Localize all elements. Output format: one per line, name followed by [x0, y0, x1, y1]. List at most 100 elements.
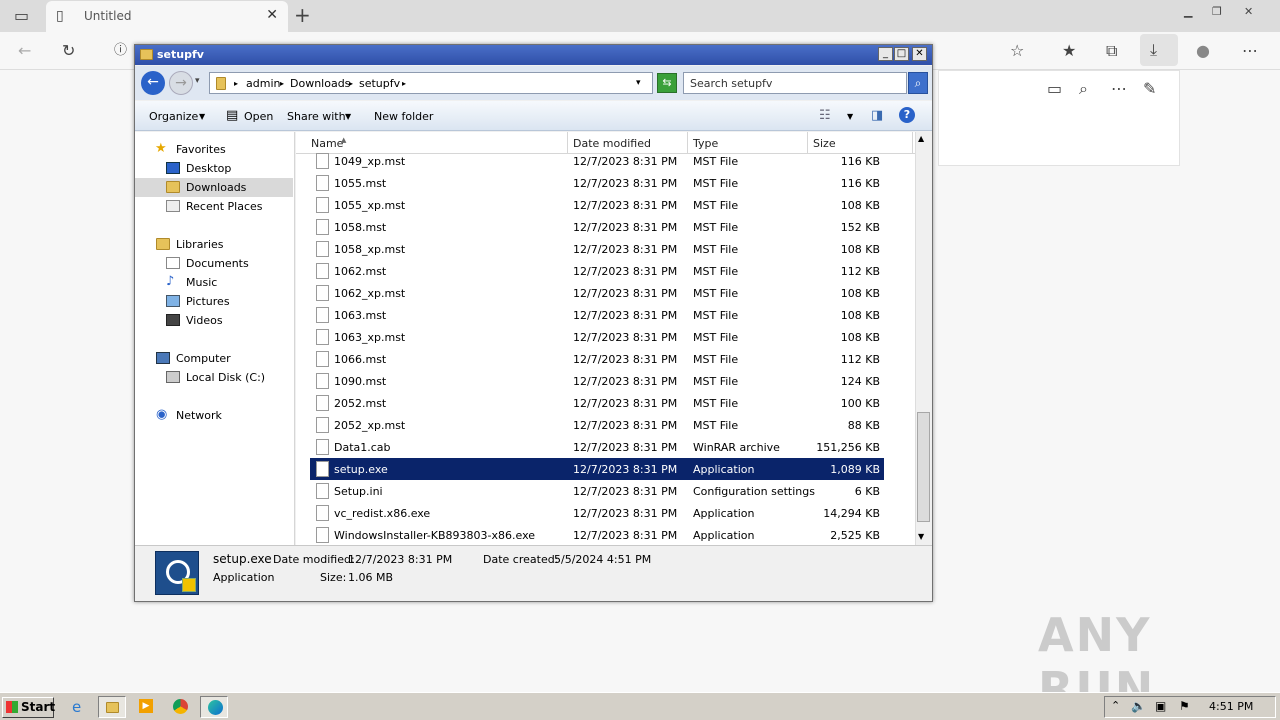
- breadcrumb-arrow-icon[interactable]: ▸: [234, 79, 238, 88]
- documents-icon: [166, 257, 180, 269]
- open-folder-icon[interactable]: ▭: [1047, 79, 1062, 99]
- close-icon[interactable]: ✕: [1244, 2, 1253, 22]
- tab-actions-icon[interactable]: ▭: [14, 6, 29, 26]
- nav-item-downloads[interactable]: Downloads: [135, 178, 293, 197]
- file-row[interactable]: Data1.cab 12/7/2023 8:31 PM WinRAR archive…: [310, 436, 884, 458]
- media-player-taskbar-button[interactable]: ▶: [132, 696, 160, 718]
- address-bar[interactable]: ▸ admin ▸ Downloads ▸ setupfv ▸ ▾: [209, 72, 653, 94]
- file-date-modified: 12/7/2023 8:31 PM: [573, 243, 678, 256]
- back-icon[interactable]: ←: [18, 41, 31, 61]
- window-close-button[interactable]: ✕: [912, 47, 927, 61]
- file-row[interactable]: WindowsInstaller-KB893803-x86.exe 12/7/20…: [310, 524, 884, 545]
- file-date-modified: 12/7/2023 8:31 PM: [573, 529, 678, 542]
- view-dropdown-icon[interactable]: ▼: [847, 112, 853, 121]
- search-icon[interactable]: ⌕: [1079, 79, 1088, 99]
- file-row[interactable]: 2052.mst 12/7/2023 8:31 PM MST File 100 KB: [310, 392, 884, 414]
- nav-item-local-disk[interactable]: Local Disk (C:): [135, 368, 293, 387]
- file-row[interactable]: vc_redist.x86.exe 12/7/2023 8:31 PM Applic…: [310, 502, 884, 524]
- add-favorite-icon[interactable]: ☆: [1010, 41, 1024, 61]
- file-row[interactable]: 1062.mst 12/7/2023 8:31 PM MST File 112 KB: [310, 260, 884, 282]
- nav-item-documents[interactable]: Documents: [135, 254, 293, 273]
- chrome-taskbar-button[interactable]: [166, 696, 194, 718]
- file-row[interactable]: 1063.mst 12/7/2023 8:31 PM MST File 108 KB: [310, 304, 884, 326]
- nav-label: Downloads: [186, 181, 247, 194]
- new-tab-icon[interactable]: +: [294, 5, 311, 25]
- recent-pages-icon[interactable]: ▾: [195, 76, 200, 86]
- new-folder-button[interactable]: New folder: [374, 110, 433, 123]
- refresh-icon[interactable]: ↻: [62, 41, 75, 61]
- help-icon[interactable]: ?: [899, 107, 915, 123]
- network-tray-icon[interactable]: ▣: [1155, 699, 1166, 713]
- open-button[interactable]: Open: [244, 110, 273, 123]
- volume-icon[interactable]: 🔈: [1131, 699, 1146, 713]
- breadcrumb-admin[interactable]: admin: [246, 77, 280, 90]
- share-dropdown-icon[interactable]: ▼: [345, 112, 351, 121]
- collections-icon[interactable]: ⧉: [1106, 41, 1117, 61]
- window-maximize-button[interactable]: □: [894, 47, 909, 61]
- breadcrumb-downloads[interactable]: Downloads: [290, 77, 350, 90]
- profile-icon[interactable]: ●: [1196, 41, 1210, 61]
- preview-pane-icon[interactable]: ◨: [871, 108, 883, 123]
- breadcrumb-setupfv[interactable]: setupfv: [359, 77, 400, 90]
- action-center-flag-icon[interactable]: ⚑: [1179, 699, 1190, 713]
- file-row[interactable]: 1058_xp.mst 12/7/2023 8:31 PM MST File 108 …: [310, 238, 884, 260]
- nav-item-desktop[interactable]: Desktop: [135, 159, 293, 178]
- more-options-icon[interactable]: ⋯: [1111, 79, 1127, 99]
- nav-libraries[interactable]: Libraries: [135, 235, 293, 254]
- file-row[interactable]: 1066.mst 12/7/2023 8:31 PM MST File 112 KB: [310, 348, 884, 370]
- downloads-button[interactable]: ⤓: [1140, 34, 1178, 66]
- breadcrumb-arrow-icon[interactable]: ▸: [280, 79, 284, 88]
- restore-icon[interactable]: ❐: [1212, 2, 1222, 22]
- nav-item-pictures[interactable]: Pictures: [135, 292, 293, 311]
- breadcrumb-arrow-icon[interactable]: ▸: [349, 79, 353, 88]
- refresh-icon[interactable]: ⇆: [657, 73, 677, 93]
- nav-label: Favorites: [176, 143, 226, 156]
- nav-favorites[interactable]: ★ Favorites: [135, 140, 293, 159]
- pin-icon[interactable]: ✎: [1143, 79, 1156, 99]
- nav-item-music[interactable]: ♪ Music: [135, 273, 293, 292]
- more-icon[interactable]: ⋯: [1242, 41, 1258, 61]
- info-icon[interactable]: ⓘ: [114, 41, 127, 61]
- file-row[interactable]: 2052_xp.mst 12/7/2023 8:31 PM MST File 88 K…: [310, 414, 884, 436]
- ie-taskbar-button[interactable]: e: [66, 696, 94, 718]
- search-icon[interactable]: ⌕: [908, 72, 928, 94]
- back-arrow-icon[interactable]: ←: [141, 71, 165, 95]
- scroll-down-icon[interactable]: ▼: [918, 532, 924, 541]
- view-icon[interactable]: ☷: [819, 108, 831, 123]
- forward-arrow-icon[interactable]: →: [169, 71, 193, 95]
- file-row[interactable]: 1055_xp.mst 12/7/2023 8:31 PM MST File 108 …: [310, 194, 884, 216]
- file-row[interactable]: 1062_xp.mst 12/7/2023 8:31 PM MST File 108 …: [310, 282, 884, 304]
- file-row[interactable]: 1049_xp.mst 12/7/2023 8:31 PM MST File 116 …: [310, 150, 884, 172]
- minimize-icon[interactable]: ▁: [1184, 2, 1192, 22]
- start-button[interactable]: Start: [2, 697, 55, 718]
- edge-taskbar-button[interactable]: [200, 696, 228, 718]
- address-dropdown-icon[interactable]: ▾: [636, 78, 641, 88]
- breadcrumb-arrow-icon[interactable]: ▸: [402, 79, 406, 88]
- file-row[interactable]: Setup.ini 12/7/2023 8:31 PM Configuration …: [310, 480, 884, 502]
- file-row[interactable]: 1058.mst 12/7/2023 8:31 PM MST File 152 KB: [310, 216, 884, 238]
- file-row[interactable]: 1063_xp.mst 12/7/2023 8:31 PM MST File 108 …: [310, 326, 884, 348]
- vertical-scrollbar[interactable]: ▲ ▼: [915, 132, 931, 545]
- nav-computer[interactable]: Computer: [135, 349, 293, 368]
- search-input[interactable]: Search setupfv: [683, 72, 907, 94]
- title-bar[interactable]: setupfv _ □ ✕: [135, 45, 932, 65]
- scroll-thumb[interactable]: [917, 412, 930, 522]
- favorites-icon[interactable]: ★: [1062, 41, 1076, 61]
- organize-button[interactable]: Organize: [149, 110, 198, 123]
- file-row[interactable]: setup.exe 12/7/2023 8:31 PM Application 1,0…: [310, 458, 884, 480]
- browser-tab[interactable]: ▯ Untitled ✕: [46, 1, 288, 32]
- file-row[interactable]: 1055.mst 12/7/2023 8:31 PM MST File 116 KB: [310, 172, 884, 194]
- file-date-modified: 12/7/2023 8:31 PM: [573, 441, 678, 454]
- nav-item-recent-places[interactable]: Recent Places: [135, 197, 293, 216]
- window-minimize-button[interactable]: _: [878, 47, 893, 61]
- show-hidden-icons-icon[interactable]: ⌃: [1111, 699, 1120, 712]
- share-with-button[interactable]: Share with: [287, 110, 346, 123]
- nav-network[interactable]: ◉ Network: [135, 406, 293, 425]
- scroll-up-icon[interactable]: ▲: [918, 134, 924, 143]
- nav-item-videos[interactable]: Videos: [135, 311, 293, 330]
- file-row[interactable]: 1090.mst 12/7/2023 8:31 PM MST File 124 KB: [310, 370, 884, 392]
- explorer-taskbar-button[interactable]: [98, 696, 126, 718]
- clock[interactable]: 4:51 PM: [1209, 700, 1253, 713]
- organize-dropdown-icon[interactable]: ▼: [199, 112, 205, 121]
- close-tab-icon[interactable]: ✕: [266, 7, 278, 23]
